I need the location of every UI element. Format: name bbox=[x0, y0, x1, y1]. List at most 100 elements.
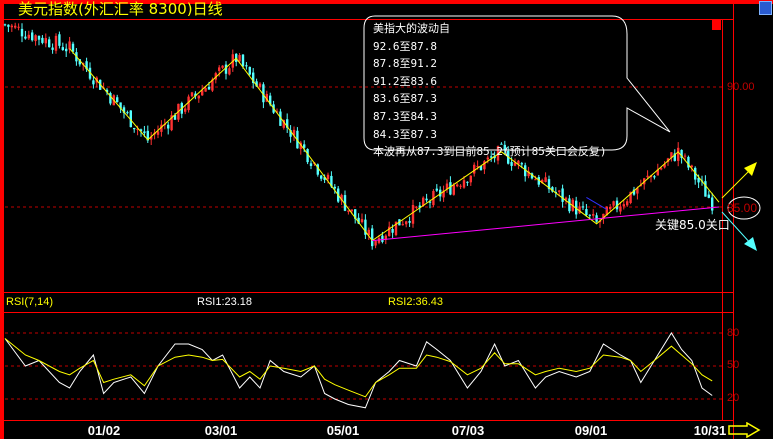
candle-body bbox=[408, 221, 411, 223]
candle-body bbox=[71, 43, 75, 52]
candle-body bbox=[54, 35, 58, 51]
annotation-line: 83.6至87.3 bbox=[373, 92, 437, 106]
candle-body bbox=[320, 175, 323, 179]
candle-body bbox=[68, 41, 71, 50]
candle-body bbox=[221, 65, 224, 68]
candle-body bbox=[65, 48, 68, 52]
candle-body bbox=[581, 206, 585, 208]
scroll-right-arrow-icon[interactable] bbox=[727, 422, 763, 438]
candle-body bbox=[425, 198, 428, 201]
candle-body bbox=[44, 38, 47, 44]
candle-body bbox=[462, 180, 466, 188]
candle-body bbox=[558, 190, 561, 192]
annotation-line: 87.8至91.2 bbox=[373, 57, 437, 71]
candle-body bbox=[143, 131, 146, 134]
window-restore-button[interactable] bbox=[759, 1, 772, 15]
candle-body bbox=[585, 209, 588, 215]
candle-body bbox=[197, 95, 200, 99]
candle-body bbox=[241, 54, 245, 67]
date-tick: 10/31 bbox=[693, 423, 727, 438]
date-tick: 01/02 bbox=[87, 423, 121, 438]
candle-body bbox=[619, 206, 622, 212]
candle-body bbox=[61, 47, 64, 51]
annotation-line: 84.3至87.3 bbox=[373, 127, 437, 141]
candle-body bbox=[704, 181, 707, 197]
candle-body bbox=[258, 83, 262, 88]
candle-body bbox=[374, 240, 377, 246]
rsi-tick: 20 bbox=[727, 392, 740, 404]
candle-body bbox=[238, 55, 241, 62]
annotation-summary: 本波再从87.3到目前85.2(预计85关口会反复) bbox=[373, 145, 607, 159]
candle-body bbox=[3, 24, 7, 26]
candle-body bbox=[456, 184, 459, 187]
candle-body bbox=[17, 26, 20, 28]
candle-body bbox=[405, 221, 408, 225]
candle-body bbox=[626, 201, 629, 206]
candle-body bbox=[476, 165, 479, 167]
candle-body bbox=[156, 131, 160, 135]
candle-body bbox=[133, 128, 136, 130]
rsi-title: RSI(7,14) bbox=[6, 296, 54, 308]
candle-body bbox=[10, 25, 13, 28]
candle-body bbox=[381, 235, 384, 242]
candle-body bbox=[92, 80, 95, 85]
candle-body bbox=[27, 34, 30, 39]
candle-body bbox=[7, 24, 10, 27]
candle-body bbox=[51, 47, 54, 50]
candle-body bbox=[452, 185, 455, 195]
date-tick: 03/01 bbox=[204, 423, 238, 438]
date-tick: 07/03 bbox=[451, 423, 485, 438]
candle-body bbox=[228, 68, 231, 75]
candle-body bbox=[391, 229, 394, 233]
candle-body bbox=[245, 65, 248, 67]
candle-body bbox=[207, 86, 211, 90]
rsi-tick: 80 bbox=[727, 327, 740, 339]
candle-body bbox=[184, 108, 187, 112]
price-tick: 90.00 bbox=[727, 81, 755, 93]
candle-body bbox=[14, 25, 17, 28]
annotation-line: 91.2至83.6 bbox=[373, 74, 437, 88]
candle-body bbox=[466, 181, 469, 183]
candle-body bbox=[303, 144, 306, 148]
candle-body bbox=[544, 177, 547, 183]
candle-body bbox=[677, 147, 680, 161]
candle-body bbox=[224, 64, 228, 74]
candle-body bbox=[350, 209, 353, 212]
candle-body bbox=[48, 39, 51, 48]
chart-title: 美元指数(外汇汇率 8300)日线 bbox=[18, 0, 223, 18]
candle-body bbox=[20, 28, 24, 37]
candle-body bbox=[435, 188, 438, 191]
candle-body bbox=[711, 197, 714, 211]
key-level-value: 85.00 bbox=[727, 201, 758, 215]
candle-body bbox=[116, 97, 119, 103]
candle-body bbox=[561, 188, 564, 202]
candle-body bbox=[592, 214, 595, 216]
rsi-tick: 50 bbox=[727, 359, 740, 371]
candle-body bbox=[309, 163, 313, 166]
annotation-line: 92.6至87.8 bbox=[373, 39, 437, 53]
marker-square bbox=[712, 20, 721, 30]
candle-body bbox=[473, 164, 476, 174]
candle-body bbox=[190, 92, 194, 97]
candle-body bbox=[588, 214, 591, 216]
candle-body bbox=[126, 112, 129, 114]
candle-body bbox=[37, 35, 41, 40]
candle-body bbox=[568, 198, 571, 212]
candle-body bbox=[248, 66, 251, 75]
candle-body bbox=[411, 205, 415, 224]
date-tick: 09/01 bbox=[574, 423, 608, 438]
candle-body bbox=[449, 182, 452, 195]
candle-body bbox=[167, 124, 170, 129]
candle-body bbox=[520, 163, 523, 165]
candle-body bbox=[707, 194, 710, 198]
annotation-heading: 美指大的波动自 bbox=[373, 22, 450, 35]
candle-body bbox=[683, 155, 687, 157]
candle-body bbox=[34, 35, 37, 42]
candle-body bbox=[24, 36, 27, 39]
annotation-text: 美指大的波动自 92.6至87.8 87.8至91.2 91.2至83.6 83… bbox=[373, 20, 606, 161]
candle-body bbox=[646, 175, 649, 178]
candle-body bbox=[204, 88, 207, 92]
candle-body bbox=[401, 224, 404, 226]
candle-body bbox=[609, 206, 612, 210]
candle-body bbox=[510, 162, 513, 166]
